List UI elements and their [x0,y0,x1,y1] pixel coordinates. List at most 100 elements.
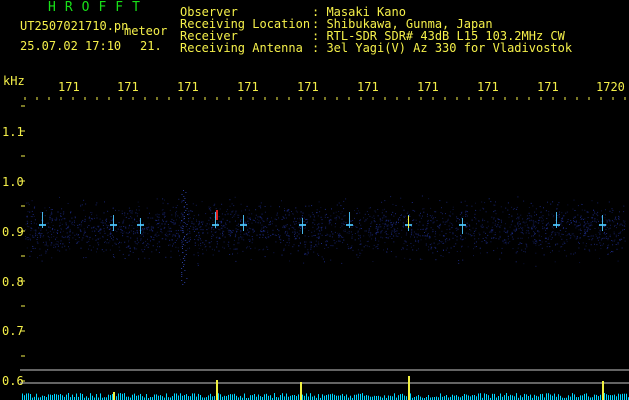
noise-pixel [534,240,536,242]
noise-pixel [180,229,182,231]
meter-bar [172,396,173,400]
noise-pixel [97,242,99,244]
noise-pixel [114,226,116,228]
noise-pixel [182,240,184,242]
noise-pixel [380,236,382,238]
noise-pixel [186,242,188,243]
noise-pixel [178,198,180,200]
noise-pixel [129,210,131,212]
noise-pixel [577,214,579,216]
noise-pixel [246,234,248,236]
noise-pixel [328,223,330,225]
noise-pixel [286,234,288,236]
noise-pixel [428,237,430,239]
noise-pixel [384,208,385,210]
noise-pixel [60,215,62,217]
noise-pixel [578,221,580,223]
noise-pixel [83,228,85,230]
noise-pixel [259,216,261,217]
noise-pixel [36,239,38,240]
noise-pixel [427,223,429,225]
noise-pixel [240,219,241,221]
noise-pixel [617,235,619,236]
noise-pixel [580,215,582,217]
noise-pixel [467,246,469,248]
noise-pixel [226,209,228,211]
meter-bar [468,395,469,400]
noise-pixel [534,228,536,230]
noise-pixel [603,233,605,234]
noise-pixel [36,234,38,236]
noise-pixel [406,212,408,214]
noise-pixel [405,226,407,228]
noise-pixel [350,219,352,221]
noise-pixel [216,243,218,245]
meter-bar [160,395,161,400]
meter-bar [620,394,621,400]
noise-pixel [587,221,588,223]
noise-pixel [281,254,283,256]
noise-pixel [316,245,318,247]
noise-pixel [99,237,101,239]
meter-bar [270,395,271,400]
noise-pixel [493,211,495,213]
noise-pixel [517,237,519,239]
noise-pixel [256,234,258,236]
noise-pixel [263,226,265,228]
noise-pixel [602,237,604,239]
noise-pixel [517,213,519,215]
noise-pixel [379,218,381,220]
noise-pixel [155,214,157,216]
meter-bar [190,396,191,400]
noise-pixel [416,236,418,238]
meter-bar [30,394,31,400]
noise-pixel [338,235,340,236]
noise-pixel [240,231,242,233]
noise-pixel [495,220,497,222]
noise-pixel [194,239,196,240]
noise-pixel [284,232,286,234]
noise-pixel [617,242,619,244]
noise-pixel [136,243,138,245]
noise-pixel [174,242,176,243]
noise-pixel [593,209,594,211]
noise-pixel [538,239,540,241]
noise-pixel [185,250,187,251]
noise-pixel [578,243,580,244]
noise-pixel [184,256,186,257]
noise-pixel [369,215,371,217]
noise-pixel [425,228,427,230]
noise-pixel [74,222,75,223]
noise-pixel [288,244,290,246]
noise-pixel [587,236,589,237]
noise-pixel [340,213,342,215]
noise-pixel [44,207,46,209]
noise-pixel [615,216,617,218]
noise-pixel [611,240,613,241]
noise-pixel [504,228,506,230]
noise-pixel [480,225,482,227]
noise-pixel [603,237,605,239]
noise-pixel [59,219,60,221]
noise-pixel [607,247,609,248]
noise-pixel [241,219,243,221]
noise-pixel [615,224,617,226]
noise-pixel [187,214,188,215]
noise-pixel [214,203,216,205]
noise-pixel [276,212,278,214]
noise-pixel [368,228,370,230]
noise-pixel [164,226,166,228]
noise-pixel [130,216,132,218]
noise-pixel [446,238,448,240]
noise-pixel [461,245,463,247]
noise-pixel [148,258,150,260]
noise-pixel [55,216,57,218]
noise-pixel [175,214,176,216]
noise-pixel [391,230,393,232]
noise-pixel [620,231,622,232]
noise-pixel [413,219,415,221]
noise-pixel [288,242,290,244]
noise-pixel [35,223,37,225]
noise-pixel [333,239,335,241]
noise-pixel [47,232,49,233]
